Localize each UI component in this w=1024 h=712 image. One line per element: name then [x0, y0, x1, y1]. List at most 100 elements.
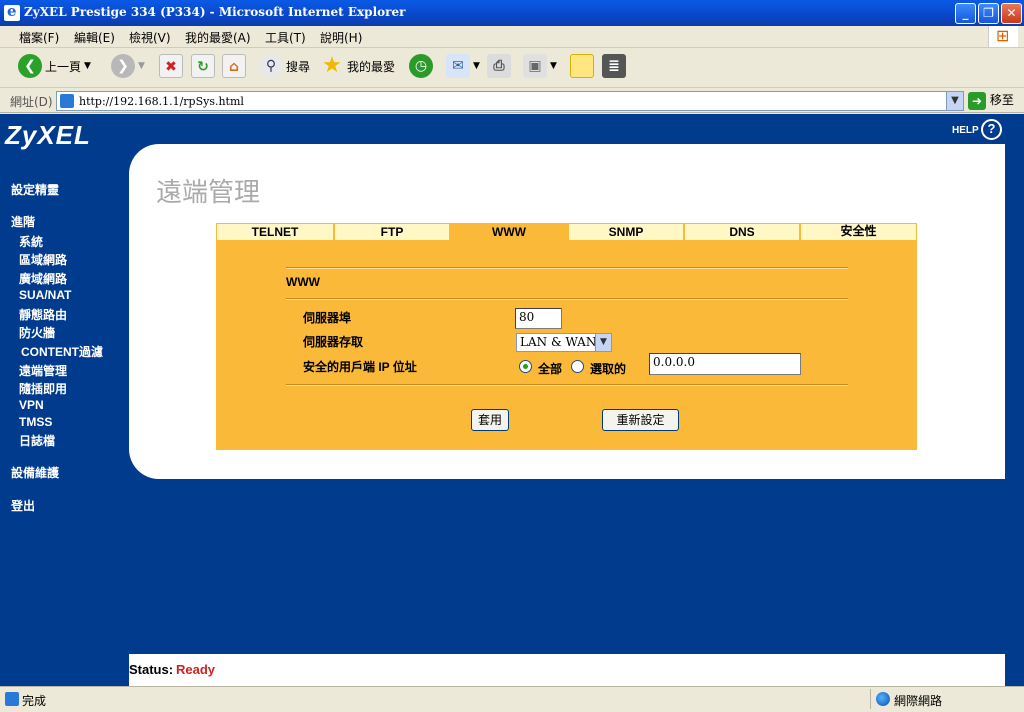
section-title: WWW: [286, 275, 320, 289]
menu-bar: 檔案(F) 編輯(E) 檢視(V) 我的最愛(A) 工具(T) 說明(H): [0, 26, 1024, 48]
menu-file[interactable]: 檔案(F): [19, 29, 59, 46]
refresh-button[interactable]: ↻: [191, 54, 215, 82]
menu-tools[interactable]: 工具(T): [265, 29, 306, 46]
sidebar-advanced[interactable]: 進階: [11, 213, 35, 230]
notes-button[interactable]: [570, 54, 594, 82]
menu-view[interactable]: 檢視(V): [129, 29, 171, 46]
sidebar-item-lan[interactable]: 區域網路: [19, 251, 67, 268]
address-url: http://192.168.1.1/rpSys.html: [79, 95, 244, 108]
sidebar-item-content-filter[interactable]: CONTENT過濾: [21, 343, 103, 360]
history-button[interactable]: ◷: [409, 54, 433, 82]
favorites-button[interactable]: ★ 我的最愛: [320, 54, 395, 82]
mail-dropdown-icon: ▼: [473, 61, 480, 71]
sidebar-item-sua-nat[interactable]: SUA/NAT: [19, 288, 71, 302]
refresh-icon: ↻: [191, 54, 215, 78]
divider: [286, 267, 848, 269]
mail-button[interactable]: ✉ ▼: [446, 54, 480, 82]
server-port-input[interactable]: 80: [515, 308, 562, 329]
sidebar-item-firewall[interactable]: 防火牆: [19, 324, 55, 341]
page-content: ZyXEL HELP ? 設定精靈 進階 系統 區域網路 廣域網路 SUA/NA…: [0, 114, 1024, 686]
sidebar-logout[interactable]: 登出: [11, 497, 35, 514]
radio-selected[interactable]: [571, 360, 584, 373]
address-dropdown-icon[interactable]: ▼: [946, 92, 963, 110]
menu-help[interactable]: 說明(H): [320, 29, 362, 46]
search-label: 搜尋: [286, 59, 311, 74]
radio-selected-label: 選取的: [590, 362, 627, 376]
apply-button[interactable]: 套用: [471, 409, 509, 431]
globe-icon: [876, 692, 890, 706]
menu-favorites[interactable]: 我的最愛(A): [185, 29, 251, 46]
home-icon: ⌂: [222, 54, 246, 78]
tab-telnet[interactable]: TELNET: [216, 223, 334, 241]
sidebar-item-wan[interactable]: 廣域網路: [19, 270, 67, 287]
favorites-label: 我的最愛: [347, 59, 396, 74]
server-access-label: 伺服器存取: [303, 335, 364, 349]
edit-dropdown-icon: ▼: [550, 61, 557, 71]
ip-address-input[interactable]: 0.0.0.0: [649, 353, 801, 375]
messenger-icon: ≣: [602, 54, 626, 78]
reset-button[interactable]: 重新設定: [602, 409, 679, 431]
tab-ftp[interactable]: FTP: [334, 223, 450, 241]
sidebar-item-system[interactable]: 系統: [19, 233, 43, 250]
address-label: 網址(D): [10, 95, 53, 109]
zone-text: 網際網路: [894, 694, 943, 708]
sidebar-item-vpn[interactable]: VPN: [19, 398, 44, 412]
print-icon: ⎙: [487, 54, 511, 78]
history-icon: ◷: [409, 54, 433, 78]
server-port-label: 伺服器埠: [303, 311, 352, 325]
sidebar-item-upnp[interactable]: 隨插即用: [19, 380, 67, 397]
browser-status-bar: 完成 網際網路: [0, 686, 1024, 712]
sidebar-item-logs[interactable]: 日誌檔: [19, 432, 55, 449]
search-icon: ⚲: [259, 54, 283, 78]
address-input[interactable]: http://192.168.1.1/rpSys.html ▼: [56, 91, 964, 111]
maximize-button[interactable]: ❐: [978, 3, 999, 24]
close-button[interactable]: ✕: [1001, 3, 1022, 24]
ie-icon: [4, 2, 20, 21]
back-button[interactable]: ❮ 上一頁 ▼: [18, 54, 91, 82]
sidebar-maintenance[interactable]: 設備維護: [11, 464, 59, 481]
chevron-down-icon: ▼: [595, 334, 611, 351]
menu-edit[interactable]: 編輯(E): [74, 29, 115, 46]
router-status: Status: Ready: [129, 654, 1005, 686]
radio-all[interactable]: [519, 360, 532, 373]
address-bar: 網址(D) http://192.168.1.1/rpSys.html ▼ ➜ …: [0, 89, 1024, 113]
tab-www[interactable]: WWW: [450, 223, 568, 241]
sidebar-item-remote-mgmt[interactable]: 遠端管理: [19, 362, 67, 379]
go-button[interactable]: ➜ 移至: [968, 91, 1014, 111]
back-arrow-icon: ❮: [18, 54, 42, 78]
secure-ip-label: 安全的用戶端 IP 位址: [303, 360, 417, 374]
stop-button[interactable]: ✖: [159, 54, 183, 82]
page-icon: [60, 94, 74, 108]
sidebar-item-tmss[interactable]: TMSS: [19, 415, 52, 429]
mail-icon: ✉: [446, 54, 470, 78]
forward-arrow-icon: ❯: [111, 54, 135, 78]
edit-icon: ▣: [523, 54, 547, 78]
status-value: Ready: [176, 662, 216, 677]
home-button[interactable]: ⌂: [222, 54, 246, 82]
divider: [286, 298, 848, 300]
messenger-button[interactable]: ≣: [602, 54, 626, 82]
edit-button[interactable]: ▣ ▼: [523, 54, 557, 82]
title-bar: ZyXEL Prestige 334 (P334) - Microsoft In…: [0, 0, 1024, 26]
tab-dns[interactable]: DNS: [684, 223, 800, 241]
tab-snmp[interactable]: SNMP: [568, 223, 684, 241]
forward-button[interactable]: ❯ ▼: [111, 54, 145, 82]
radio-all-label: 全部: [538, 362, 563, 376]
tab-security[interactable]: 安全性: [800, 223, 917, 241]
security-zone: 網際網路: [870, 689, 974, 709]
print-button[interactable]: ⎙: [487, 54, 511, 82]
stop-icon: ✖: [159, 54, 183, 78]
note-icon: [570, 54, 594, 78]
help-label: HELP: [952, 125, 979, 136]
server-access-select[interactable]: LAN & WAN ▼: [516, 333, 612, 352]
sidebar-wizard[interactable]: 設定精靈: [11, 181, 59, 198]
star-icon: ★: [322, 53, 342, 78]
go-arrow-icon: ➜: [968, 91, 986, 110]
minimize-button[interactable]: _: [955, 3, 976, 24]
search-button[interactable]: ⚲ 搜尋: [259, 54, 310, 82]
toolbar: ❮ 上一頁 ▼ ❯ ▼ ✖ ↻ ⌂ ⚲ 搜尋 ★ 我的最愛 ◷ ✉ ▼ ⎙ ▣ ▼ ≣: [0, 48, 1024, 88]
back-dropdown-icon: ▼: [84, 61, 91, 71]
sidebar-item-static-route[interactable]: 靜態路由: [19, 306, 67, 323]
main-panel: 遠端管理 TELNET FTP WWW SNMP DNS 安全性 WWW 伺服器…: [129, 144, 1005, 479]
sidebar: 設定精靈 進階 系統 區域網路 廣域網路 SUA/NAT 靜態路由 防火牆 CO…: [0, 114, 128, 686]
